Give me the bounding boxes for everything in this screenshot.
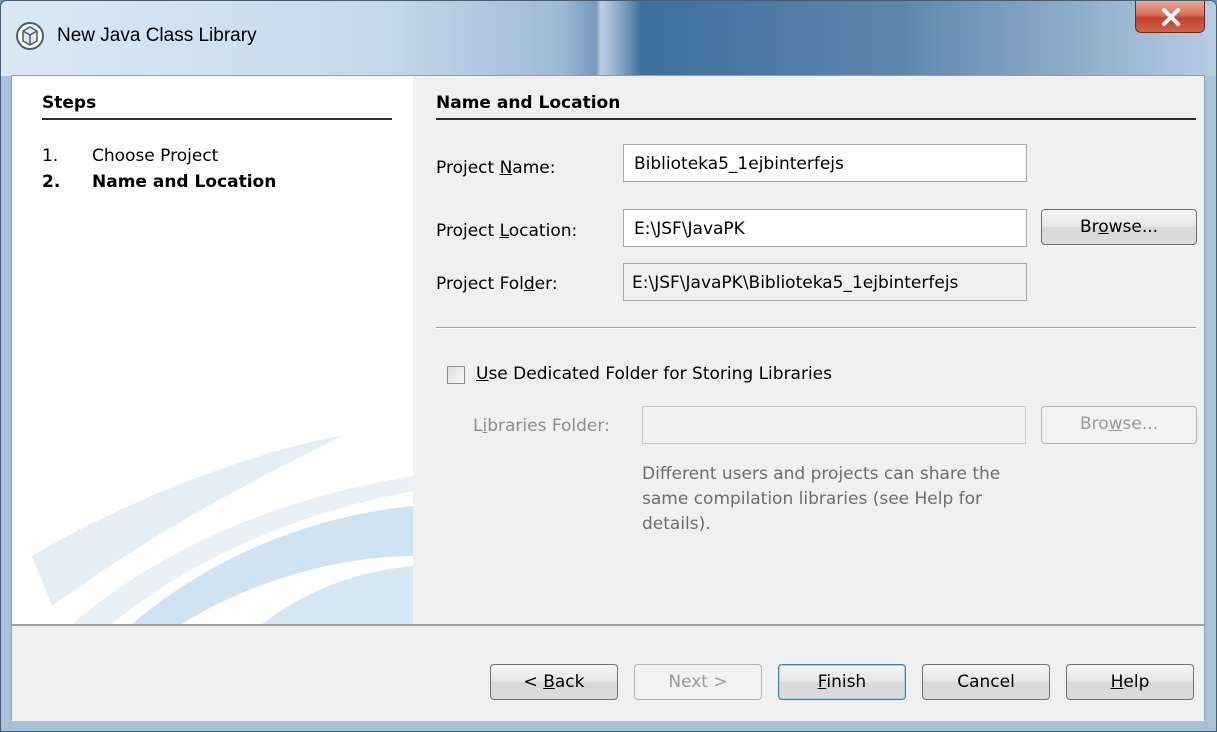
- project-location-label: Project Location:: [436, 221, 578, 241]
- browse-libraries-button[interactable]: Browse...: [1041, 406, 1197, 444]
- dedicated-folder-label[interactable]: Use Dedicated Folder for Storing Librari…: [476, 364, 832, 384]
- libraries-folder-input[interactable]: [642, 406, 1026, 444]
- back-button[interactable]: < Back: [490, 664, 618, 700]
- close-icon: [1162, 8, 1180, 26]
- project-name-input[interactable]: Biblioteka5_1ejbinterfejs: [623, 144, 1027, 182]
- step-label: Choose Project: [92, 146, 219, 166]
- steps-heading-rule: [42, 118, 392, 120]
- browse-location-button[interactable]: Browse...: [1041, 209, 1197, 245]
- main-panel: Name and Location Project Name: Bibliote…: [413, 76, 1204, 624]
- section-heading: Name and Location: [436, 93, 621, 113]
- project-folder-field[interactable]: E:\JSF\JavaPK\Biblioteka5_1ejbinterfejs: [623, 263, 1027, 301]
- java-cube-icon: [16, 22, 44, 50]
- steps-heading: Steps: [42, 93, 97, 113]
- cancel-button[interactable]: Cancel: [922, 664, 1050, 700]
- title-bar[interactable]: New Java Class Library: [1, 1, 1216, 76]
- project-name-label: Project Name:: [436, 158, 556, 178]
- dialog-client-area: Steps 1. Choose Project 2. Name and Locati…: [11, 75, 1205, 721]
- project-folder-label: Project Folder:: [436, 274, 558, 294]
- close-window-button[interactable]: [1135, 1, 1205, 33]
- help-button[interactable]: Help: [1066, 664, 1194, 700]
- libraries-help-text: Different users and projects can share t…: [642, 464, 1001, 534]
- section-divider: [436, 327, 1196, 329]
- steps-panel: Steps 1. Choose Project 2. Name and Locati…: [12, 76, 413, 624]
- finish-button[interactable]: Finish: [778, 664, 906, 700]
- section-heading-rule: [436, 118, 1196, 120]
- step-number: 1.: [42, 146, 59, 166]
- window-title: New Java Class Library: [57, 25, 257, 46]
- step-number: 2.: [42, 172, 61, 192]
- netbeans-swoosh-decoration: [32, 436, 413, 624]
- step-label: Name and Location: [92, 172, 277, 192]
- dialog-window: New Java Class Library Steps 1. Choose Pr…: [0, 0, 1217, 732]
- step-name-and-location: 2. Name and Location: [42, 172, 276, 192]
- project-location-input[interactable]: E:\JSF\JavaPK: [623, 209, 1027, 247]
- button-bar: < Back Next > Finish Cancel Help: [12, 624, 1204, 721]
- dedicated-folder-checkbox[interactable]: [447, 366, 465, 384]
- libraries-folder-label: Libraries Folder:: [473, 416, 610, 436]
- next-button[interactable]: Next >: [634, 664, 762, 700]
- step-choose-project: 1. Choose Project: [42, 146, 218, 166]
